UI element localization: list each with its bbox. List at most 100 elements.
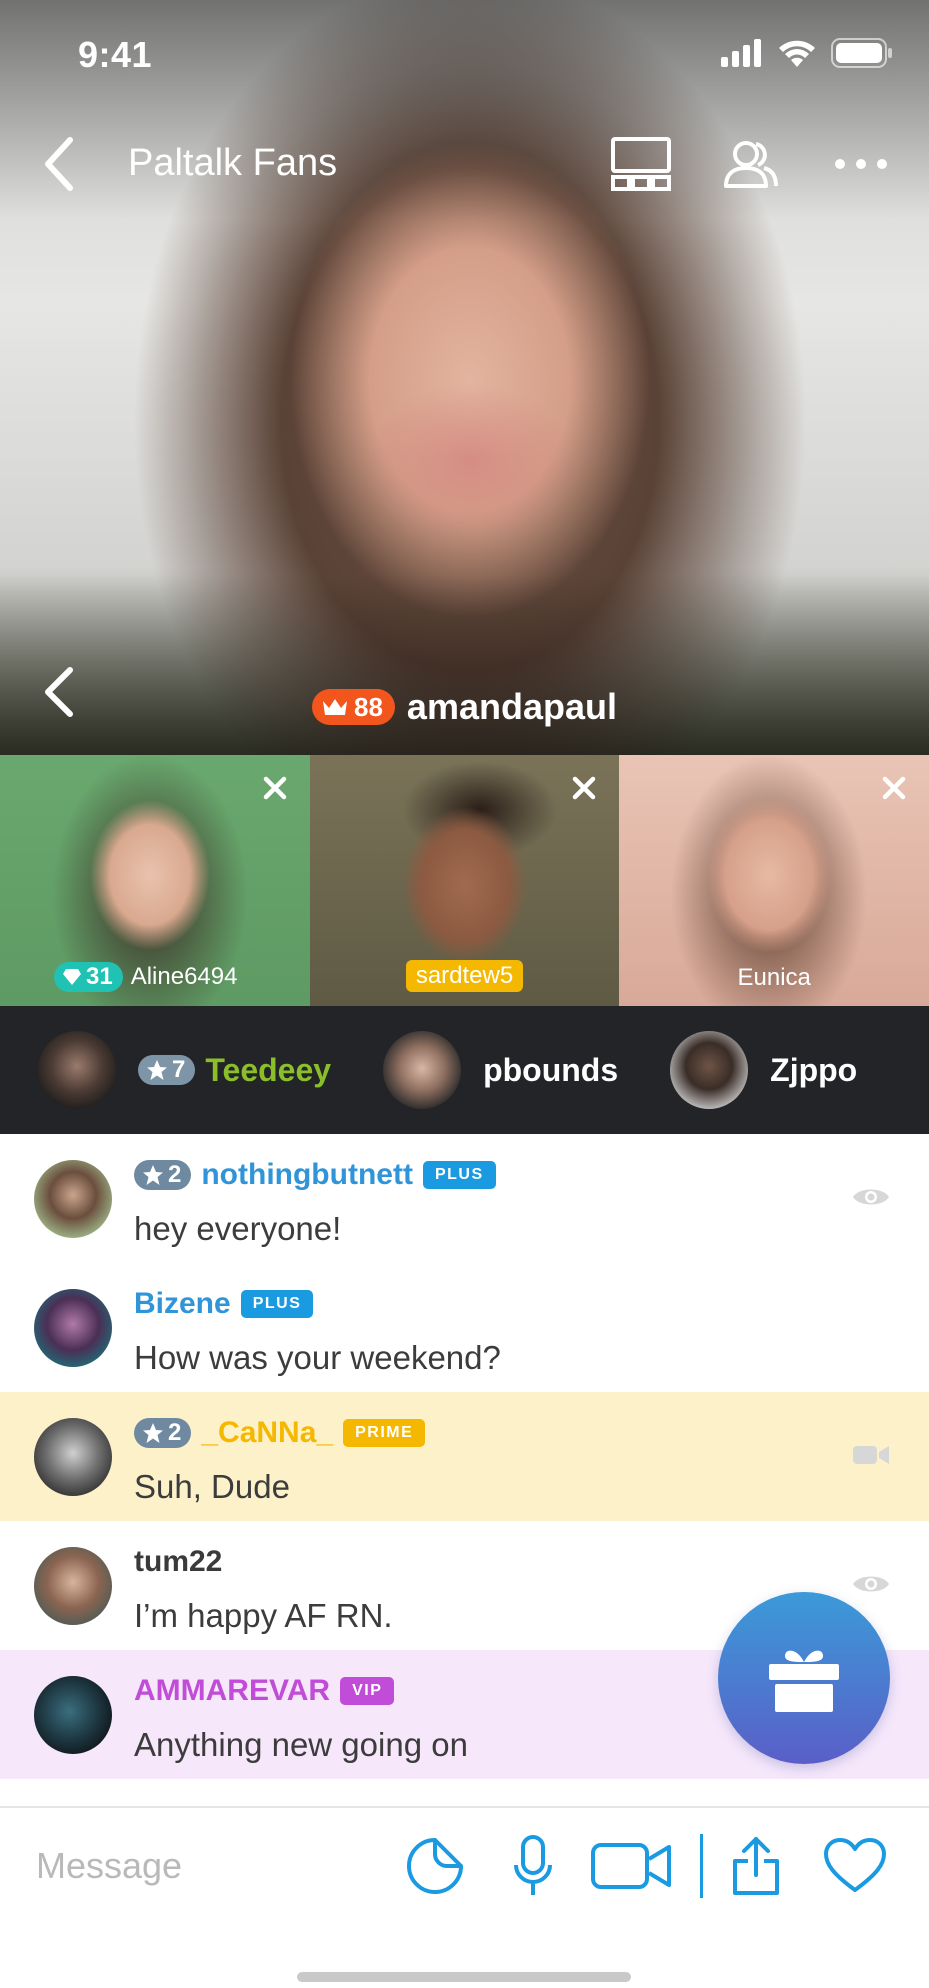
message-text: How was your weekend? [134, 1339, 501, 1376]
microphone-icon [514, 1835, 552, 1895]
cam-tile[interactable]: sardtew5 [309, 755, 620, 1006]
message-header: tum22 [134, 1545, 222, 1579]
message-user[interactable]: tum22 [134, 1545, 222, 1579]
avatar [670, 1031, 749, 1109]
message-user[interactable]: AMMAREVAR [134, 1674, 330, 1708]
message-text: hey everyone! [134, 1210, 342, 1247]
message-header: 2 nothingbutnett PLUS [134, 1158, 496, 1192]
cam-label: sardtew5 [310, 960, 620, 992]
message-text: I’m happy AF RN. [134, 1597, 393, 1634]
users-icon [724, 141, 778, 188]
crown-icon [323, 699, 347, 715]
viewer-name: Zjppo [770, 1051, 858, 1088]
cam-label: Eunica [619, 964, 929, 992]
cam-user-name: Aline6494 [130, 963, 238, 990]
avatar [34, 1418, 112, 1496]
viewer-item[interactable]: pbounds [383, 1006, 618, 1134]
share-button[interactable] [728, 1834, 784, 1898]
star-level-badge: 2 [134, 1160, 192, 1190]
room-title: Paltalk Fans [128, 142, 338, 184]
viewers-strip: 7 Teedeey pbounds Zjppo [0, 1006, 929, 1134]
share-icon [733, 1837, 779, 1895]
viewer-name: pbounds [483, 1051, 619, 1088]
video-camera-icon [591, 1843, 671, 1889]
message-user[interactable]: nothingbutnett [201, 1158, 413, 1192]
plus-badge: PLUS [422, 1161, 496, 1189]
video-camera-icon [853, 1446, 889, 1464]
message-user[interactable]: _CaNNa_ [201, 1416, 333, 1450]
grid-layout-icon [611, 137, 671, 191]
star-level-badge: 7 [138, 1055, 196, 1085]
avatar [383, 1031, 462, 1109]
room-header: Paltalk Fans [0, 120, 929, 210]
eye-icon [853, 1576, 889, 1592]
cam-user-name: sardtew5 [405, 960, 524, 992]
avatar [34, 1160, 112, 1238]
star-icon [143, 1165, 163, 1185]
vip-badge: VIP [340, 1677, 395, 1705]
gift-icon [769, 1650, 839, 1712]
toolbar-divider [700, 1834, 703, 1898]
cellular-signal-icon [721, 39, 761, 67]
gem-level-badge: 31 [54, 962, 123, 992]
star-level: 2 [168, 1419, 182, 1446]
diamond-icon [63, 969, 81, 985]
like-button[interactable] [820, 1834, 890, 1898]
viewer-item[interactable]: Zjppo [670, 1006, 857, 1134]
sticker-button[interactable] [400, 1834, 470, 1898]
message-header: Bizene PLUS [134, 1287, 314, 1321]
message-header: 2 _CaNNa_ PRIME [134, 1416, 426, 1450]
gift-button[interactable] [718, 1592, 890, 1764]
message-header: AMMAREVAR VIP [134, 1674, 395, 1708]
star-level-badge: 2 [134, 1418, 192, 1448]
more-dots-icon [835, 159, 887, 169]
broadcaster-name: amandapaul [406, 686, 617, 727]
cam-label: 31 Aline6494 [0, 962, 310, 992]
message-input[interactable] [36, 1836, 366, 1896]
chat-message[interactable]: 2 _CaNNa_ PRIME Suh, Dude [0, 1392, 929, 1521]
close-icon[interactable] [567, 771, 601, 805]
message-text: Anything new going on [134, 1726, 468, 1763]
status-icons [721, 38, 893, 68]
heart-icon [824, 1838, 886, 1892]
message-user[interactable]: Bizene [134, 1287, 231, 1321]
star-level: 7 [172, 1056, 186, 1083]
close-icon[interactable] [258, 771, 292, 805]
bottom-gradient [0, 575, 929, 755]
back-chevron-icon[interactable] [40, 134, 80, 194]
gem-level: 31 [86, 963, 113, 990]
close-icon[interactable] [877, 771, 911, 805]
crown-level-badge: 88 [312, 689, 395, 725]
more-button[interactable] [829, 134, 893, 194]
avatar [34, 1676, 112, 1754]
chat-message[interactable]: 2 nothingbutnett PLUS hey everyone! [0, 1134, 929, 1263]
header-actions [609, 134, 893, 194]
broadcaster-video[interactable]: 9:41 Paltalk Fans 88 amandapaul [0, 0, 929, 755]
prime-badge: PRIME [343, 1419, 426, 1447]
video-button[interactable] [590, 1834, 672, 1898]
avatar [34, 1289, 112, 1367]
star-icon [147, 1060, 167, 1080]
wifi-icon [779, 40, 815, 67]
members-button[interactable] [719, 134, 783, 194]
broadcaster-label[interactable]: 88 amandapaul [0, 686, 929, 728]
status-bar: 9:41 [0, 0, 929, 110]
viewer-item[interactable]: 7 Teedeey [38, 1006, 331, 1134]
message-composer [0, 1806, 929, 1926]
chat-message[interactable]: Bizene PLUS How was your weekend? [0, 1263, 929, 1392]
cam-tile[interactable]: Eunica [619, 755, 929, 1006]
home-indicator [297, 1972, 631, 1982]
message-text: Suh, Dude [134, 1468, 290, 1505]
sticker-icon [407, 1838, 463, 1894]
plus-badge: PLUS [240, 1290, 314, 1318]
avatar [34, 1547, 112, 1625]
layout-button[interactable] [609, 134, 673, 194]
battery-icon [831, 38, 892, 68]
cam-row: 31 Aline6494 sardtew5 Eunica [0, 755, 929, 1006]
viewer-name: Teedeey [205, 1051, 332, 1088]
microphone-button[interactable] [505, 1834, 561, 1898]
crown-level: 88 [354, 691, 383, 722]
eye-icon [853, 1189, 889, 1205]
cam-user-name: Eunica [737, 964, 811, 991]
cam-tile[interactable]: 31 Aline6494 [0, 755, 310, 1006]
